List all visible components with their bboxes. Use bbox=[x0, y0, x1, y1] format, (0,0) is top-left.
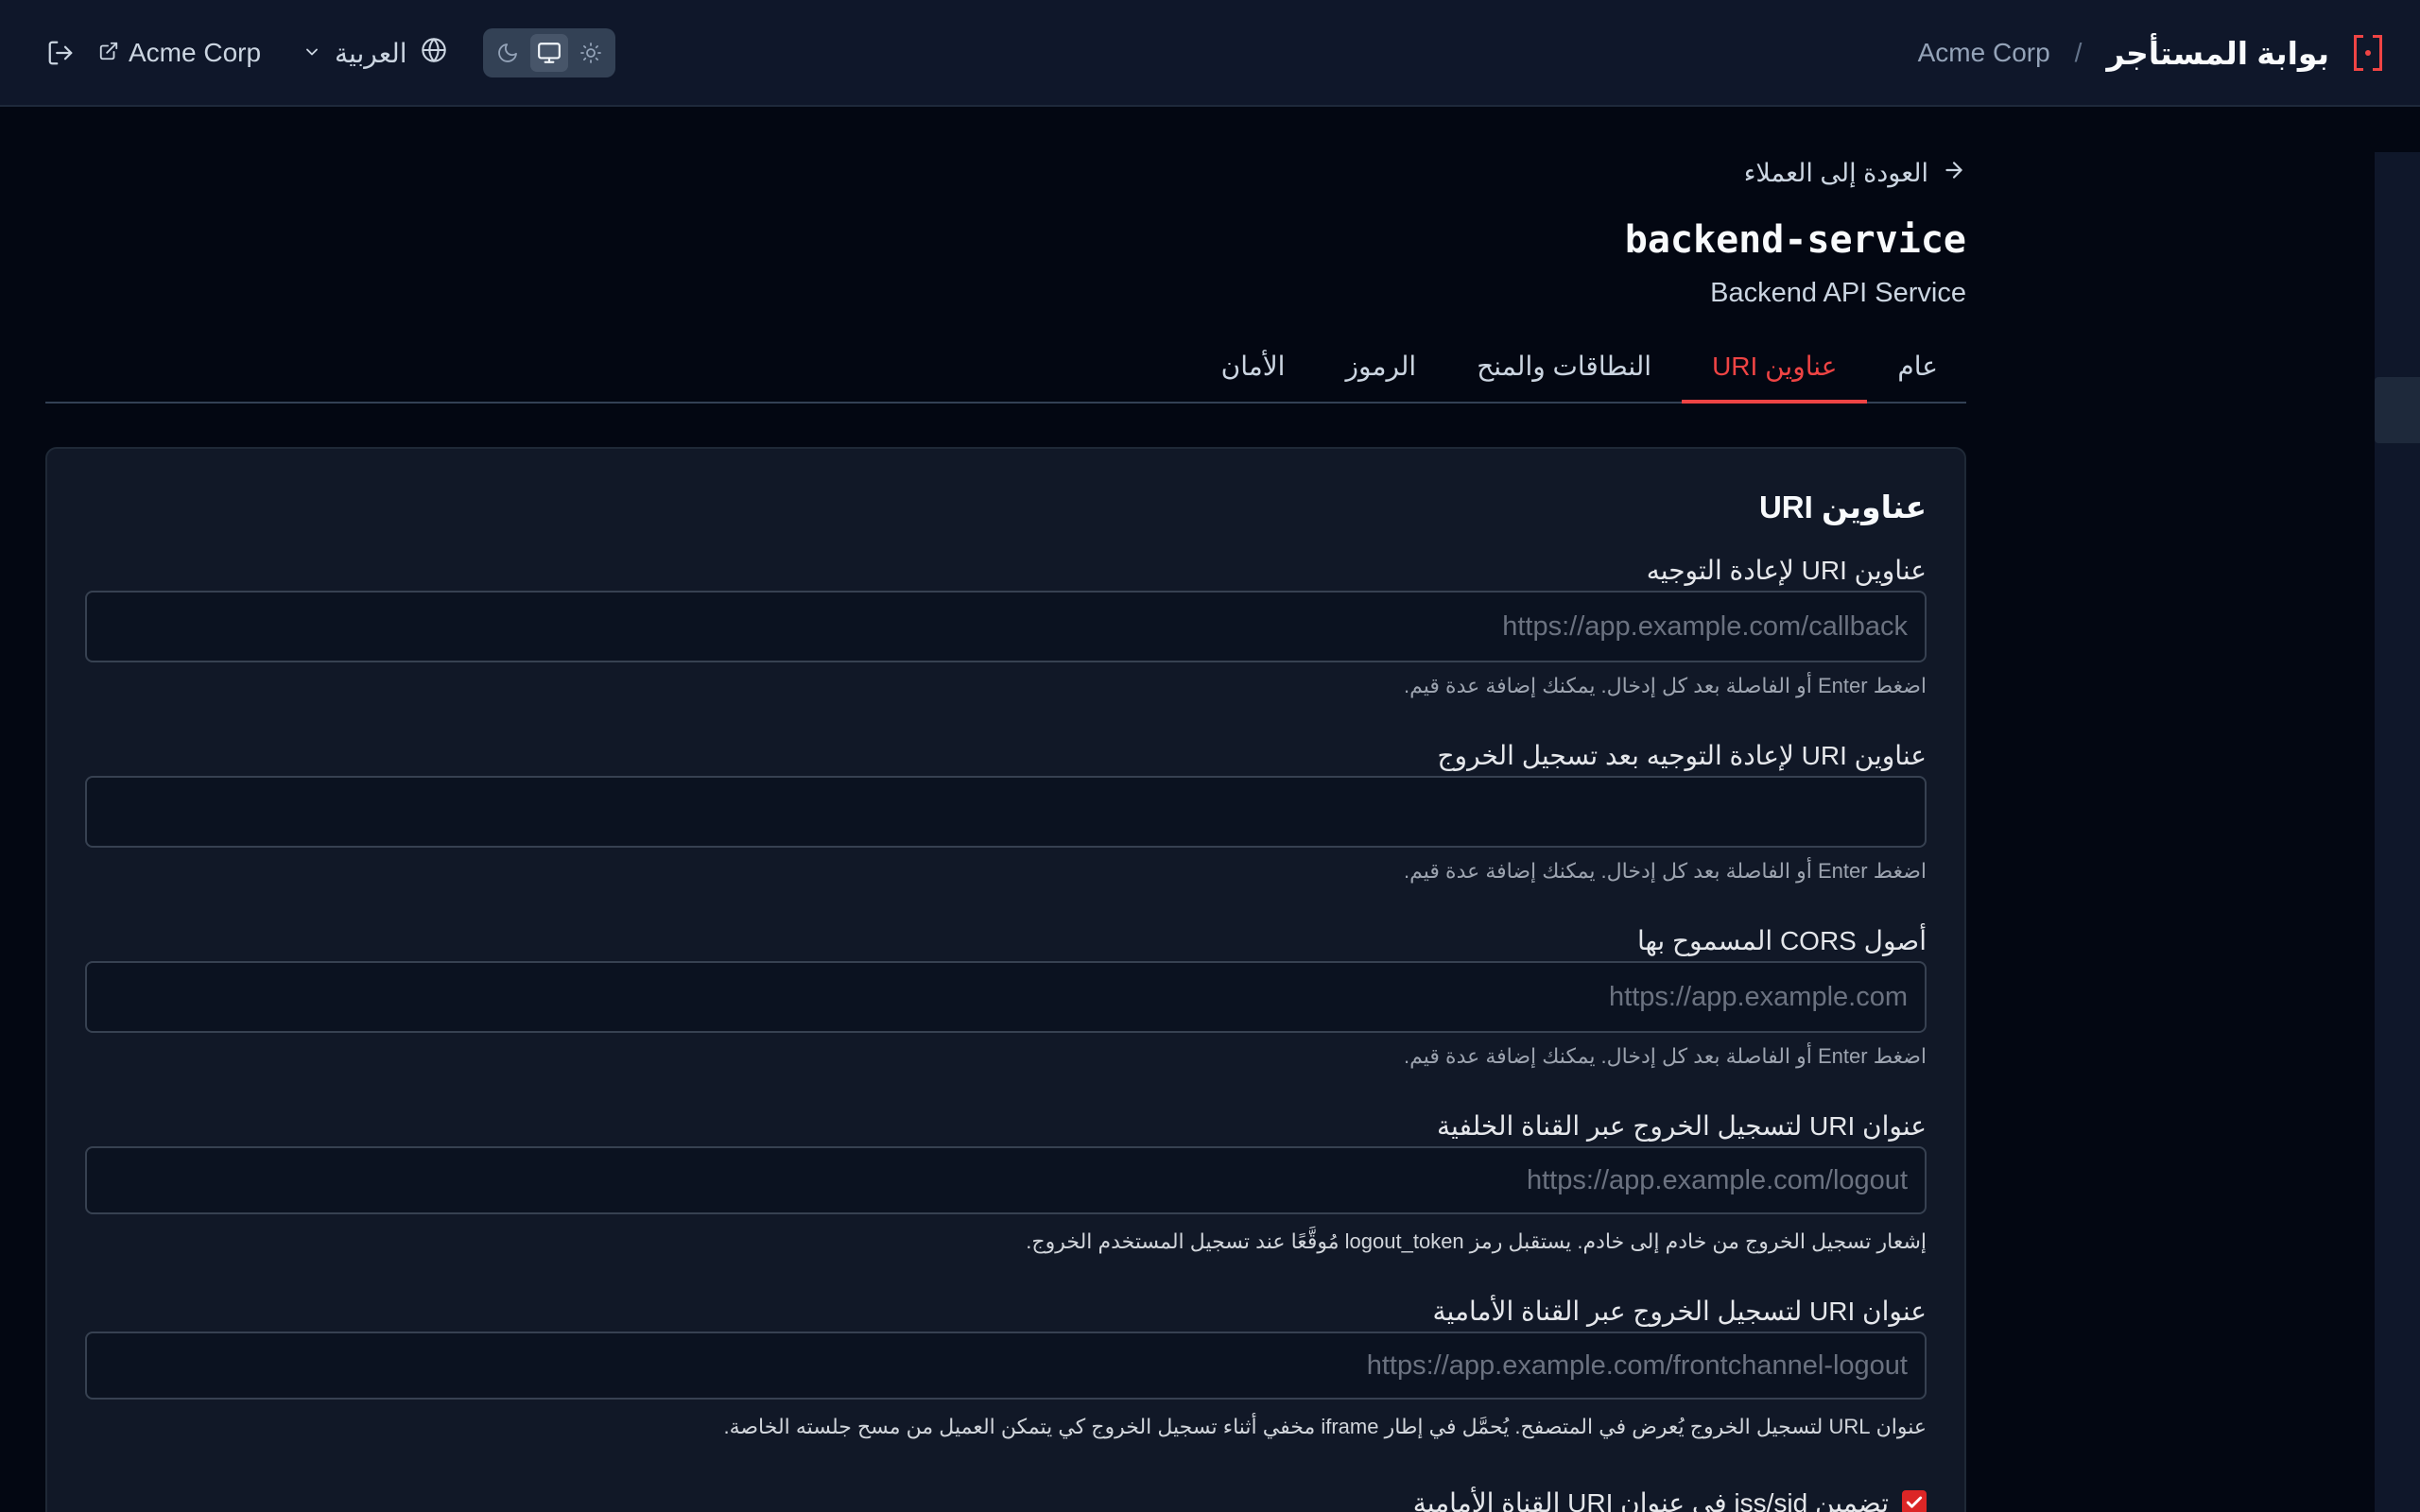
redirect-uris-help: اضغط Enter أو الفاصلة بعد كل إدخال. يمكن… bbox=[1404, 674, 1927, 697]
side-rail-active-item[interactable] bbox=[2375, 377, 2420, 443]
backchannel-logout-input[interactable] bbox=[85, 1146, 1927, 1214]
tenant-external-link[interactable]: Acme Corp bbox=[98, 38, 261, 68]
page-title: backend-service bbox=[1624, 218, 1966, 262]
tab-security[interactable]: الأمان bbox=[1191, 339, 1316, 402]
breadcrumb-tenant: Acme Corp bbox=[1917, 38, 2050, 67]
post-logout-redirect-uris-label: عناوين URI لإعادة التوجيه بعد تسجيل الخر… bbox=[1437, 741, 1927, 770]
brand-logo-icon bbox=[2354, 35, 2382, 71]
frontchannel-logout-help: عنوان URL لتسجيل الخروج يُعرض في المتصفح… bbox=[723, 1415, 1927, 1438]
logout-icon[interactable] bbox=[43, 36, 78, 70]
frontchannel-logout-input[interactable] bbox=[85, 1332, 1927, 1400]
redirect-uris-input[interactable] bbox=[85, 591, 1927, 662]
cors-origins-input[interactable] bbox=[85, 961, 1927, 1033]
cors-origins-label: أصول CORS المسموح بها bbox=[1636, 926, 1927, 955]
tab-tokens[interactable]: الرموز bbox=[1315, 339, 1446, 402]
frontchannel-session-required-row: تضمين iss/sid في عنوان URI القناة الأمام… bbox=[1413, 1486, 1927, 1512]
monitor-icon[interactable] bbox=[529, 34, 568, 72]
chevron-down-icon bbox=[302, 38, 321, 68]
back-to-clients-link[interactable]: العودة إلى العملاء bbox=[1744, 154, 1966, 192]
tab-bar: عام عناوين URI النطاقات والمنح الرموز ال… bbox=[45, 341, 1966, 404]
brand: بوابة المستأجر / Acme Corp bbox=[1918, 28, 2382, 77]
post-logout-redirect-uris-help: اضغط Enter أو الفاصلة بعد كل إدخال. يمكن… bbox=[1404, 859, 1927, 883]
tab-general[interactable]: عام bbox=[1867, 339, 1966, 402]
tenant-link-label: Acme Corp bbox=[129, 38, 262, 67]
uris-card: عناوين URI عناوين URI لإعادة التوجيه اضغ… bbox=[45, 447, 1966, 1512]
cors-origins-help: اضغط Enter أو الفاصلة بعد كل إدخال. يمكن… bbox=[1404, 1044, 1927, 1068]
back-link-label: العودة إلى العملاء bbox=[1743, 158, 1928, 187]
frontchannel-session-required-label: تضمين iss/sid في عنوان URI القناة الأمام… bbox=[1412, 1487, 1889, 1512]
arrow-right-icon bbox=[1942, 158, 1966, 189]
theme-switcher bbox=[482, 28, 615, 77]
breadcrumb-separator: / bbox=[2074, 38, 2083, 67]
post-logout-redirect-uris-input[interactable] bbox=[85, 776, 1927, 848]
brand-title: بوابة المستأجر bbox=[2106, 35, 2329, 71]
globe-icon bbox=[421, 37, 447, 70]
external-link-icon bbox=[98, 38, 119, 68]
redirect-uris-label: عناوين URI لإعادة التوجيه bbox=[1646, 556, 1927, 585]
tab-scopes-grants[interactable]: النطاقات والمنح bbox=[1446, 339, 1682, 402]
moon-icon[interactable] bbox=[489, 34, 527, 72]
header-actions: Acme Corp العربية bbox=[43, 28, 615, 77]
client-description: Backend API Service bbox=[1710, 278, 1966, 308]
card-title: عناوين URI bbox=[1758, 490, 1927, 524]
main-content: العودة إلى العملاء backend-service Backe… bbox=[45, 107, 1966, 1512]
language-select[interactable]: العربية bbox=[302, 37, 447, 70]
sun-icon[interactable] bbox=[572, 34, 610, 72]
side-rail bbox=[2375, 152, 2420, 1512]
top-bar: بوابة المستأجر / Acme Corp Acme Corp الع… bbox=[0, 0, 2420, 107]
tab-uris[interactable]: عناوين URI bbox=[1682, 339, 1868, 404]
frontchannel-session-required-checkbox[interactable] bbox=[1902, 1490, 1927, 1512]
language-label: العربية bbox=[335, 38, 407, 68]
backchannel-logout-label: عنوان URI لتسجيل الخروج عبر القناة الخلف… bbox=[1436, 1111, 1927, 1141]
frontchannel-logout-label: عنوان URI لتسجيل الخروج عبر القناة الأما… bbox=[1432, 1297, 1927, 1326]
backchannel-logout-help: إشعار تسجيل الخروج من خادم إلى خادم. يست… bbox=[1026, 1229, 1927, 1253]
